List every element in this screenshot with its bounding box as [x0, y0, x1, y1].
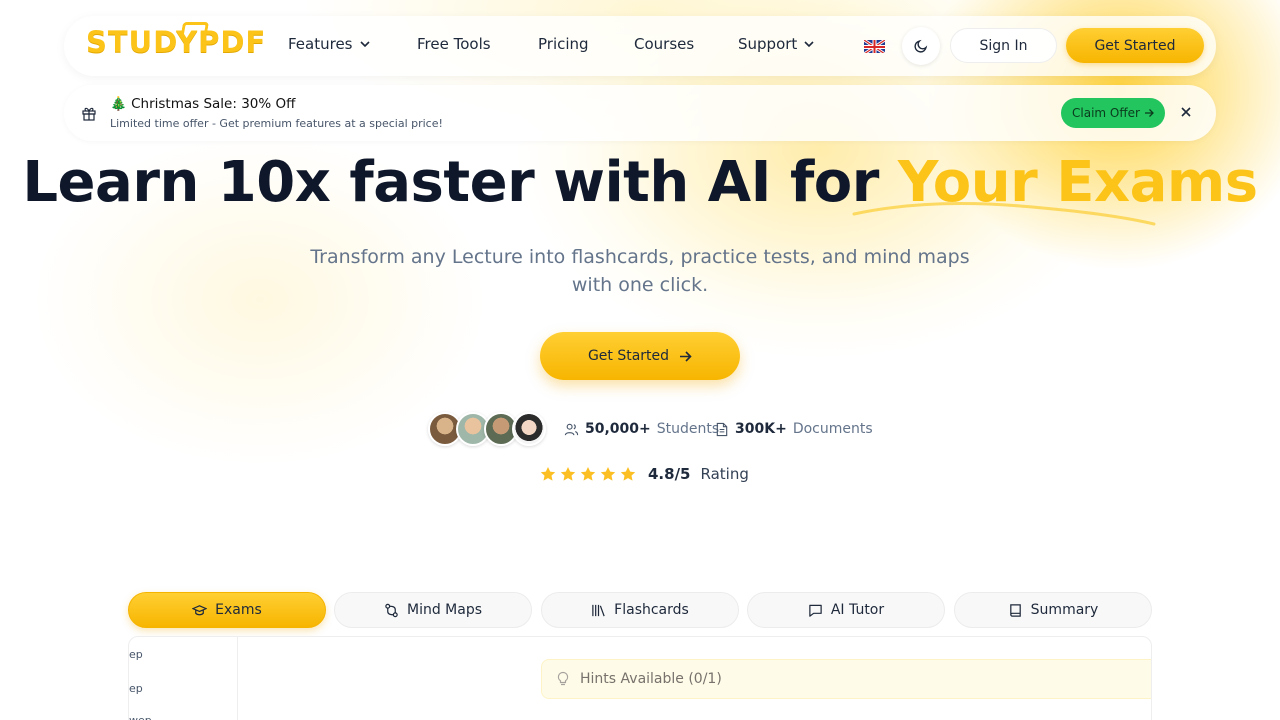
tab-summary-label: Summary	[1030, 602, 1099, 618]
tab-exams[interactable]: Exams	[128, 592, 326, 628]
promo-title-text: Christmas Sale: 30% Off	[131, 96, 296, 112]
rating-value: 4.8/5	[648, 465, 691, 483]
tab-mind-maps-label: Mind Maps	[406, 602, 483, 618]
lightbulb-icon	[557, 671, 569, 686]
close-icon[interactable]	[1180, 106, 1192, 118]
tab-ai-tutor-label: AI Tutor	[830, 602, 885, 618]
nav-features-label: Features	[288, 35, 353, 53]
hero-subtitle: Transform any Lecture into flashcards, p…	[310, 246, 970, 296]
document-icon	[716, 422, 728, 436]
hero-title-main: Learn 10x faster with AI for	[22, 150, 898, 215]
nav-courses[interactable]: Courses	[634, 35, 694, 53]
top-navbar: STUDYPDF Features Free Tools Pricing Cou…	[64, 16, 1216, 76]
hero-cta-label: Get Started	[587, 348, 670, 364]
claim-offer-button[interactable]: Claim Offer	[1061, 98, 1165, 128]
nav-free-tools[interactable]: Free Tools	[417, 35, 491, 53]
book-icon	[1009, 603, 1021, 617]
claim-offer-label: Claim Offer	[1072, 106, 1140, 120]
moon-icon	[914, 39, 928, 53]
students-stat: 50,000+ Students	[564, 421, 719, 437]
route-icon	[385, 603, 398, 617]
uk-flag-icon[interactable]	[864, 39, 885, 53]
get-started-nav-button[interactable]: Get Started	[1066, 28, 1204, 63]
documents-count: 300K+	[735, 421, 787, 437]
logo[interactable]: STUDYPDF	[86, 25, 266, 59]
nav-pricing-label: Pricing	[538, 35, 589, 53]
star-rating	[540, 466, 636, 482]
hints-bar[interactable]: Hints Available (0/1)	[541, 659, 1151, 699]
promo-subtitle: Limited time offer - Get premium feature…	[110, 117, 443, 130]
chevron-down-icon	[359, 41, 370, 48]
gift-icon	[82, 107, 96, 121]
theme-toggle-button[interactable]	[902, 27, 940, 65]
star-icon	[600, 467, 616, 481]
star-icon	[580, 467, 596, 481]
nav-features[interactable]: Features	[288, 35, 371, 53]
arrow-right-icon	[680, 350, 692, 362]
accent-underline-icon	[852, 202, 1156, 226]
avatar	[512, 412, 546, 446]
arrow-right-icon	[1144, 109, 1154, 117]
tab-summary[interactable]: Summary	[954, 592, 1152, 628]
nav-support[interactable]: Support	[738, 35, 815, 53]
tab-ai-tutor[interactable]: AI Tutor	[747, 592, 945, 628]
students-label: Students	[656, 421, 720, 437]
graduation-cap-icon	[192, 604, 208, 615]
sign-in-button[interactable]: Sign In	[950, 28, 1057, 63]
sidebar-item[interactable]: ep	[129, 648, 143, 661]
documents-stat: 300K+ Documents	[715, 421, 873, 437]
star-icon	[560, 467, 576, 481]
sidebar-item[interactable]: wep	[129, 714, 152, 720]
logo-cap-icon	[180, 22, 210, 34]
star-icon	[540, 467, 556, 481]
star-icon	[620, 467, 636, 481]
rating: 4.8/5 Rating	[540, 465, 749, 483]
hints-label: Hints Available (0/1)	[580, 671, 722, 687]
nav-courses-label: Courses	[634, 35, 695, 53]
nav-support-label: Support	[738, 35, 798, 53]
students-count: 50,000+	[585, 421, 651, 437]
tab-flashcards-label: Flashcards	[614, 602, 689, 618]
sidebar-item[interactable]: ep	[129, 682, 143, 695]
documents-label: Documents	[792, 421, 873, 437]
chevron-down-icon	[804, 41, 814, 48]
users-icon	[564, 423, 579, 435]
tab-exams-label: Exams	[215, 602, 262, 618]
promo-title: 🎄 Christmas Sale: 30% Off	[110, 96, 295, 112]
tab-flashcards[interactable]: Flashcards	[541, 592, 739, 628]
preview-panel: ep ep wep Hints Available (0/1)	[128, 636, 1152, 720]
library-icon	[592, 604, 605, 616]
promo-emoji: 🎄	[110, 96, 127, 112]
nav-free-tools-label: Free Tools	[417, 35, 491, 53]
promo-banner: 🎄 Christmas Sale: 30% Off Limited time o…	[64, 85, 1216, 141]
preview-sidebar: ep ep wep	[129, 637, 238, 720]
message-icon	[809, 604, 822, 617]
tab-mind-maps[interactable]: Mind Maps	[334, 592, 532, 628]
student-avatars	[428, 412, 548, 446]
rating-label: Rating	[700, 465, 749, 483]
nav-pricing[interactable]: Pricing	[538, 35, 589, 53]
hero-get-started-button[interactable]: Get Started	[540, 332, 740, 380]
